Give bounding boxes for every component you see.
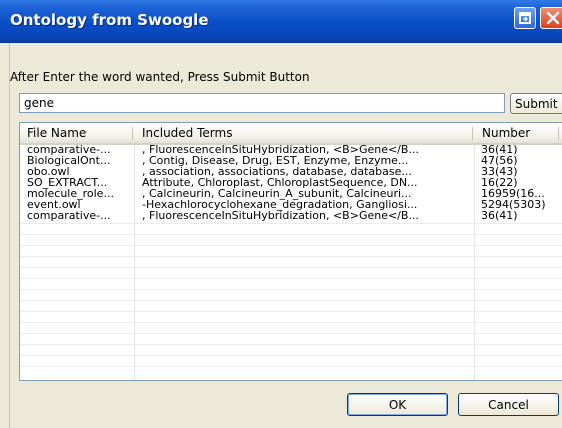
column-header-number[interactable]: Number xyxy=(475,123,555,143)
column-separator[interactable] xyxy=(132,127,133,140)
row-gridline xyxy=(20,366,562,367)
row-gridline xyxy=(20,289,562,290)
search-word-input[interactable] xyxy=(19,93,505,113)
row-gridline xyxy=(20,223,562,224)
restore-button[interactable] xyxy=(514,7,536,29)
table-header: File Name Included Terms Number xyxy=(20,123,562,145)
ok-button[interactable]: OK xyxy=(347,393,448,416)
instruction-label: After Enter the word wanted, Press Submi… xyxy=(10,70,310,84)
close-icon xyxy=(546,11,560,25)
submit-button[interactable]: Submit xyxy=(510,93,562,114)
table-row[interactable]: comparative-... , FluorescenceInSituHybr… xyxy=(20,210,562,222)
row-gridline xyxy=(20,300,562,301)
row-gridline xyxy=(20,344,562,345)
column-header-included-terms[interactable]: Included Terms xyxy=(135,123,475,143)
row-gridline xyxy=(20,311,562,312)
column-separator[interactable] xyxy=(472,127,473,140)
cell-number: 36(41) xyxy=(481,210,518,222)
row-gridline xyxy=(20,333,562,334)
row-gridline xyxy=(20,267,562,268)
results-table[interactable]: File Name Included Terms Number comparat… xyxy=(19,122,562,381)
dialog-window: Ontology from Swoogle After Enter the wo… xyxy=(0,0,562,428)
row-gridline xyxy=(20,278,562,279)
window-title: Ontology from Swoogle xyxy=(10,11,209,29)
title-bar[interactable]: Ontology from Swoogle xyxy=(0,0,562,43)
cancel-button[interactable]: Cancel xyxy=(458,393,559,416)
row-gridline xyxy=(20,322,562,323)
cell-file-name: comparative-... xyxy=(27,210,111,222)
row-gridline xyxy=(20,355,562,356)
row-gridline xyxy=(20,256,562,257)
column-separator[interactable] xyxy=(558,127,559,140)
row-gridline xyxy=(20,234,562,235)
close-button[interactable] xyxy=(540,7,562,29)
restore-window-icon xyxy=(519,12,531,24)
column-header-file-name[interactable]: File Name xyxy=(20,123,132,143)
cell-included-terms: , FluorescenceInSituHybridization, <B>Ge… xyxy=(142,210,419,222)
row-gridline xyxy=(20,245,562,246)
